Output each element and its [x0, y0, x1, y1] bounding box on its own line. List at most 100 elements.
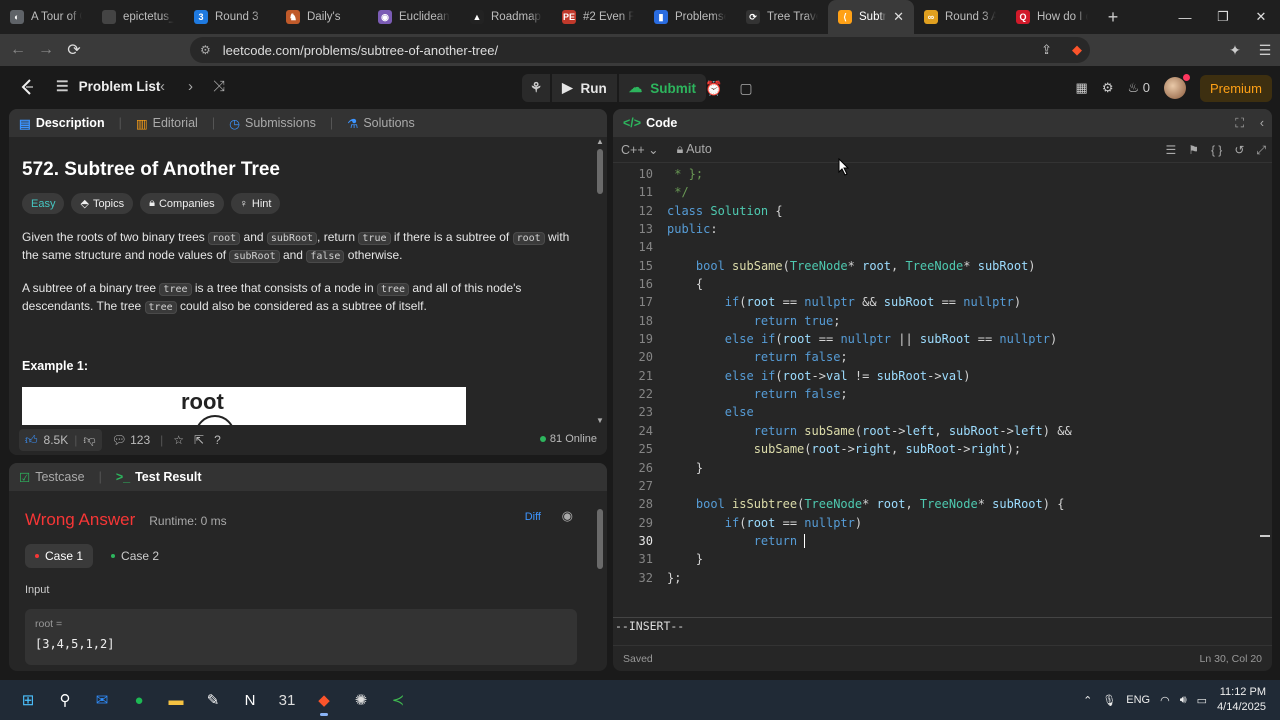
timer-icon[interactable]: ⏰: [700, 74, 728, 102]
chatgpt-icon[interactable]: ✺: [343, 682, 379, 718]
problem-list-button[interactable]: ☰ Problem List: [56, 78, 160, 95]
fullscreen-icon[interactable]: ⛶: [1235, 116, 1244, 131]
prev-problem-icon[interactable]: ‹: [160, 78, 165, 95]
code-line[interactable]: 17 if(root == nullptr && subRoot == null…: [613, 293, 1258, 311]
windows-start-icon[interactable]: ⊞: [10, 682, 46, 718]
forward-icon[interactable]: →: [32, 36, 60, 64]
browser-tab[interactable]: ▲ Roadmap: [460, 0, 552, 34]
reload-icon[interactable]: ⟳: [60, 36, 88, 64]
companies-tag[interactable]: 🔒︎ Companies: [140, 193, 224, 214]
code-line[interactable]: 23 else: [613, 403, 1258, 421]
address-bar[interactable]: ⚙ leetcode.com/problems/subtree-of-anoth…: [190, 37, 1090, 63]
code-line[interactable]: 13 public:: [613, 220, 1258, 238]
code-line[interactable]: 31 }: [613, 550, 1258, 568]
code-line[interactable]: 16 {: [613, 275, 1258, 293]
code-line[interactable]: 14: [613, 238, 1258, 256]
case-tab[interactable]: Case 1: [25, 544, 94, 568]
avatar[interactable]: [1163, 74, 1190, 99]
submit-button[interactable]: ☁ Submit: [618, 74, 706, 102]
browser-tab[interactable]: ◐ A Tour of C: [0, 0, 92, 34]
braces-icon[interactable]: { }: [1211, 143, 1222, 158]
code-line[interactable]: 28 bool isSubtree(TreeNode* root, TreeNo…: [613, 495, 1258, 513]
debug-button[interactable]: ⚘: [522, 74, 551, 102]
code-editor[interactable]: 10 * }; 11 */12 class Solution {13 public: 1…: [613, 165, 1258, 617]
topics-tag[interactable]: ⬘ Topics: [71, 193, 134, 214]
chevron-up-icon[interactable]: ⌃: [1083, 694, 1092, 707]
language-indicator[interactable]: ENG: [1126, 694, 1150, 706]
layout-icon[interactable]: ▦: [1076, 80, 1088, 96]
star-icon[interactable]: ☆: [173, 433, 184, 447]
help-icon[interactable]: ?: [214, 433, 221, 447]
new-tab-button[interactable]: +: [1098, 7, 1128, 28]
microphone-icon[interactable]: 🎙︎: [1102, 694, 1116, 707]
extensions-icon[interactable]: ✦: [1220, 42, 1250, 59]
result-scrollbar[interactable]: [596, 501, 604, 669]
site-info-icon[interactable]: ⚙: [200, 43, 211, 57]
browser-tab[interactable]: ▮ Problemset: [644, 0, 736, 34]
collapse-panel-icon[interactable]: ‹: [1260, 116, 1264, 130]
leetcode-logo-icon[interactable]: [18, 78, 36, 96]
search-icon[interactable]: ⚲: [47, 682, 83, 718]
code-scrollbar[interactable]: [1258, 165, 1272, 617]
code-line[interactable]: 20 return false;: [613, 348, 1258, 366]
code-line[interactable]: 12 class Solution {: [613, 202, 1258, 220]
code-line[interactable]: 18 return true;: [613, 312, 1258, 330]
tab-test-result[interactable]: >_ Test Result: [116, 470, 202, 484]
expand-icon[interactable]: ⤢: [1256, 143, 1266, 158]
premium-button[interactable]: Premium: [1199, 74, 1272, 102]
browser-tab[interactable]: ◉ Euclidean a: [368, 0, 460, 34]
bookmark-icon[interactable]: ⚑: [1188, 143, 1199, 158]
code-line[interactable]: 24 return subSame(root->left, subRoot->l…: [613, 422, 1258, 440]
code-line[interactable]: 10 * };: [613, 165, 1258, 183]
format-icon[interactable]: ☰: [1165, 143, 1176, 158]
tab-description[interactable]: ▤ Description: [19, 116, 105, 131]
code-line[interactable]: 27: [613, 477, 1258, 495]
minimize-icon[interactable]: —: [1166, 0, 1204, 34]
code-line[interactable]: 25 subSame(root->right, subRoot->right);: [613, 440, 1258, 458]
share-icon[interactable]: ⇪: [1041, 42, 1052, 58]
settings-gear-icon[interactable]: ⚙: [1102, 80, 1114, 96]
vscode-icon[interactable]: ≺: [380, 682, 416, 718]
tab-close-icon[interactable]: ✕: [893, 9, 904, 25]
brave-icon[interactable]: ◆: [306, 682, 342, 718]
notion-icon[interactable]: N: [232, 682, 268, 718]
browser-tab[interactable]: 3 Round 3: [184, 0, 276, 34]
description-scrollbar[interactable]: ▲ ▼: [596, 137, 604, 425]
thumbs-up-icon[interactable]: 👍︎: [25, 433, 38, 448]
tab-testcase[interactable]: ☑ Testcase: [19, 470, 85, 485]
run-button[interactable]: ▶ Run: [552, 74, 617, 102]
hint-tag[interactable]: ♀ Hint: [230, 193, 281, 214]
brave-shield-icon[interactable]: ◆: [1072, 42, 1082, 58]
menu-icon[interactable]: ☰: [1250, 42, 1280, 59]
reset-icon[interactable]: ↺: [1234, 143, 1244, 158]
diff-toggle[interactable]: Diff: [525, 511, 541, 523]
maximize-icon[interactable]: ❐: [1204, 0, 1242, 34]
language-select[interactable]: C++ ⌄: [621, 142, 659, 157]
code-line[interactable]: 32};: [613, 569, 1258, 587]
browser-tab[interactable]: PE #2 Even Fib: [552, 0, 644, 34]
browser-tab[interactable]: ⟨ Subtree ✕: [828, 0, 914, 34]
notes-icon[interactable]: ▢: [732, 74, 760, 102]
battery-icon[interactable]: ▭: [1197, 694, 1207, 707]
code-line[interactable]: 26 }: [613, 459, 1258, 477]
comments-button[interactable]: 💬︎ 123: [112, 433, 151, 447]
code-line[interactable]: 11 */: [613, 183, 1258, 201]
back-icon[interactable]: ←: [4, 36, 32, 64]
code-line[interactable]: 29 if(root == nullptr): [613, 514, 1258, 532]
scroll-thumb[interactable]: [597, 149, 603, 194]
browser-tab[interactable]: ∞ Round 3 Ar: [914, 0, 1006, 34]
code-line[interactable]: 19 else if(root == nullptr || subRoot ==…: [613, 330, 1258, 348]
code-line[interactable]: 21 else if(root->val != subRoot->val): [613, 367, 1258, 385]
calendar-icon[interactable]: 31: [269, 682, 305, 718]
browser-tab[interactable]: Q How do I d: [1006, 0, 1098, 34]
clock[interactable]: 11:12 PM 4/14/2025: [1217, 685, 1266, 715]
tab-submissions[interactable]: ◷ Submissions: [229, 116, 316, 131]
tab-solutions[interactable]: ⚗ Solutions: [347, 116, 415, 131]
share-link-icon[interactable]: ⇱: [194, 433, 204, 447]
scroll-thumb[interactable]: [597, 509, 603, 569]
volume-icon[interactable]: 🔊︎: [1180, 694, 1187, 707]
outlook-icon[interactable]: ✉: [84, 682, 120, 718]
code-line[interactable]: 30 return: [613, 532, 1258, 550]
code-tab[interactable]: </> Code: [623, 116, 677, 130]
spotify-icon[interactable]: ●: [121, 682, 157, 718]
